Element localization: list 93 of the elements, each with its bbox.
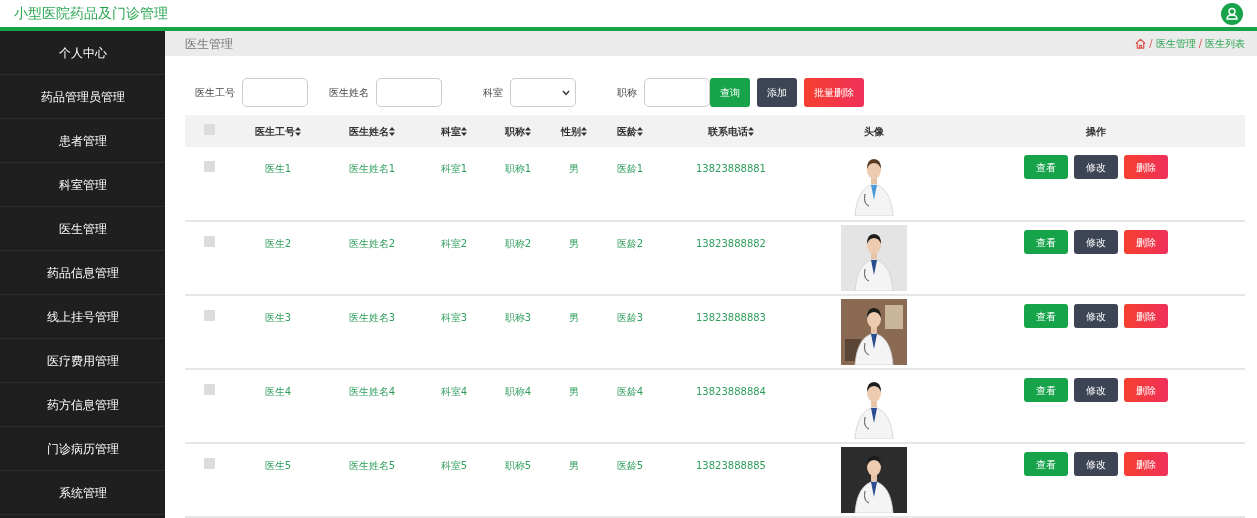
breadcrumb-separator: / [1198, 37, 1202, 52]
delete-button[interactable]: 删除 [1124, 155, 1168, 179]
field-label: 医生工号 [194, 86, 235, 101]
column-header[interactable]: 医生工号 [255, 125, 301, 137]
field-label: 科室 [482, 86, 503, 101]
table-cell: 职称5 [504, 460, 532, 471]
table-cell: 科室1 [440, 163, 468, 174]
sidebar-item[interactable]: 药方信息管理 [0, 383, 165, 428]
field-label: 职称 [616, 86, 637, 101]
column-header[interactable]: 医生姓名 [349, 125, 395, 137]
table-cell: 科室2 [440, 238, 468, 249]
table-cell: 医生姓名5 [348, 460, 396, 471]
edit-button[interactable]: 修改 [1074, 155, 1118, 179]
edit-button[interactable]: 修改 [1074, 378, 1118, 402]
table-cell: 医龄1 [616, 163, 644, 174]
breadcrumb-separator: / [1149, 37, 1153, 52]
table-cell: 科室5 [440, 460, 468, 471]
table-cell: 科室4 [440, 386, 468, 397]
page-title: 医生管理 [185, 35, 233, 53]
sort-icon[interactable] [637, 126, 643, 136]
table-cell: 13823888881 [696, 163, 766, 174]
input-field[interactable] [242, 78, 308, 108]
row-checkbox[interactable] [203, 458, 215, 469]
app-title: 小型医院药品及门诊管理 [14, 4, 168, 24]
table-cell: 男 [569, 386, 579, 397]
column-header[interactable]: 医龄 [617, 125, 643, 137]
user-icon[interactable] [1221, 2, 1243, 25]
row-checkbox[interactable] [203, 310, 215, 321]
table-cell: 男 [569, 460, 579, 471]
home-icon[interactable] [1135, 38, 1147, 50]
sidebar-item[interactable]: 药品信息管理 [0, 251, 165, 296]
input-field[interactable] [376, 78, 442, 108]
sidebar-item[interactable]: 科室管理 [0, 163, 165, 208]
row-checkbox[interactable] [203, 161, 215, 172]
column-header[interactable]: 职称 [505, 125, 531, 137]
table-cell: 医龄4 [616, 386, 644, 397]
row-checkbox[interactable] [203, 384, 215, 395]
table-cell: 男 [569, 238, 579, 249]
column-header: 操作 [1086, 125, 1106, 137]
table-cell: 13823888885 [696, 460, 766, 471]
table-cell: 医龄2 [616, 238, 644, 249]
sidebar-item[interactable]: 门诊病历管理 [0, 427, 165, 472]
column-header[interactable]: 性别 [561, 125, 587, 137]
table-cell: 医生4 [264, 386, 292, 397]
table-cell: 职称2 [504, 238, 532, 249]
table-cell: 医生姓名3 [348, 312, 396, 323]
delete-button[interactable]: 删除 [1124, 378, 1168, 402]
table-cell: 职称1 [504, 163, 532, 174]
chevron-down-icon [562, 90, 570, 97]
delete-button[interactable]: 删除 [1124, 452, 1168, 476]
table-cell: 13823888884 [696, 386, 766, 397]
sidebar-item[interactable]: 医疗费用管理 [0, 339, 165, 384]
table-cell: 13823888883 [696, 312, 766, 323]
table-cell: 医龄5 [616, 460, 644, 471]
table-cell: 医生3 [264, 312, 292, 323]
sort-icon[interactable] [295, 126, 301, 136]
sort-icon[interactable] [748, 126, 754, 136]
column-header: 头像 [864, 125, 884, 137]
table-cell: 科室3 [440, 312, 468, 323]
sort-icon[interactable] [389, 126, 395, 136]
table-cell: 医生1 [264, 163, 292, 174]
select-field[interactable] [510, 78, 576, 108]
sidebar-item[interactable]: 系统管理 [0, 471, 165, 516]
edit-button[interactable]: 修改 [1074, 230, 1118, 254]
table-cell: 医生2 [264, 238, 292, 249]
row-checkbox[interactable] [203, 236, 215, 247]
table-cell: 男 [569, 312, 579, 323]
table-cell: 职称3 [504, 312, 532, 323]
sidebar-item[interactable]: 线上挂号管理 [0, 295, 165, 340]
sidebar-item[interactable]: 患者管理 [0, 119, 165, 164]
batch-delete-button[interactable]: 批量删除 [804, 78, 864, 108]
table-cell: 男 [569, 163, 579, 174]
sort-icon[interactable] [525, 126, 531, 136]
field-label: 医生姓名 [328, 86, 369, 101]
sort-icon[interactable] [581, 126, 587, 136]
table-cell: 医生5 [264, 460, 292, 471]
table-cell: 医生姓名2 [348, 238, 396, 249]
input-field[interactable] [644, 78, 710, 108]
sidebar-item[interactable]: 药品管理员管理 [0, 75, 165, 120]
table-cell: 职称4 [504, 386, 532, 397]
sort-icon[interactable] [461, 126, 467, 136]
edit-button[interactable]: 修改 [1074, 452, 1118, 476]
delete-button[interactable]: 删除 [1124, 304, 1168, 328]
table-cell: 医生姓名1 [348, 163, 396, 174]
table-cell: 医生姓名4 [348, 386, 396, 397]
table-cell: 13823888882 [696, 238, 766, 249]
add-button[interactable]: 添加 [757, 78, 797, 108]
edit-button[interactable]: 修改 [1074, 304, 1118, 328]
table-cell: 医龄3 [616, 312, 644, 323]
delete-button[interactable]: 删除 [1124, 230, 1168, 254]
column-header[interactable]: 联系电话 [708, 125, 754, 137]
sidebar-item[interactable]: 医生管理 [0, 207, 165, 252]
column-header[interactable]: 科室 [441, 125, 467, 137]
